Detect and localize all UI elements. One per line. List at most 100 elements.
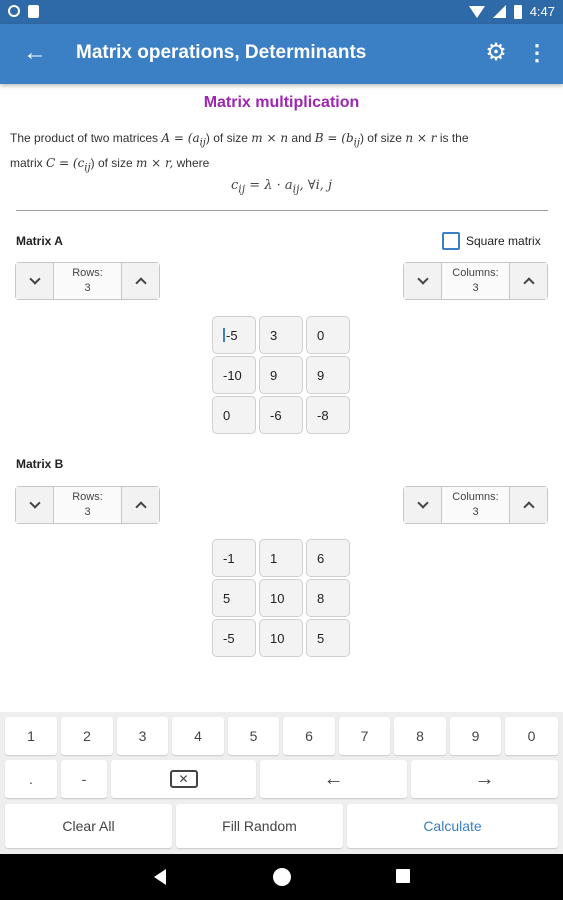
gear-icon[interactable]: ⚙ bbox=[484, 41, 508, 65]
key-minus[interactable]: - bbox=[61, 760, 107, 798]
chevron-down-icon bbox=[28, 273, 41, 285]
key-dot[interactable]: . bbox=[5, 760, 57, 798]
chevron-down-icon bbox=[416, 497, 429, 509]
cursor-left-key[interactable]: ← bbox=[260, 760, 407, 798]
desc-text: ) of size bbox=[359, 131, 402, 145]
key-3[interactable]: 3 bbox=[117, 717, 168, 755]
sd-card-icon bbox=[28, 5, 39, 18]
matrix-a-rows-stepper: Rows: 3 bbox=[15, 262, 160, 300]
matrix-b-cell[interactable]: -5 bbox=[212, 619, 256, 657]
desc-math: B = (b bbox=[314, 131, 354, 145]
columns-value-box: Columns: 3 bbox=[441, 487, 510, 523]
chevron-up-icon bbox=[522, 277, 535, 289]
matrix-b-cell[interactable]: 5 bbox=[306, 619, 350, 657]
app-bar: ← Matrix operations, Determinants ⚙ ⋮ bbox=[0, 24, 563, 84]
formula-text: = λ · a bbox=[245, 178, 293, 193]
rows-value-box: Rows: 3 bbox=[53, 263, 122, 299]
key-4[interactable]: 4 bbox=[172, 717, 224, 755]
desc-text: The product of two matrices bbox=[10, 131, 159, 145]
matrix-b-label: Matrix B bbox=[16, 457, 64, 471]
matrix-a-columns-stepper: Columns: 3 bbox=[403, 262, 548, 300]
cursor-right-key[interactable]: → bbox=[411, 760, 558, 798]
desc-text: ) of size bbox=[90, 156, 133, 171]
chevron-up-icon bbox=[522, 501, 535, 513]
columns-decrement-button[interactable] bbox=[404, 487, 441, 523]
desc-text: where bbox=[176, 156, 210, 171]
matrix-b-cell[interactable]: 6 bbox=[306, 539, 350, 577]
battery-icon bbox=[513, 4, 522, 19]
matrix-a-cell[interactable]: 0 bbox=[212, 396, 256, 434]
matrix-b-cell[interactable]: 1 bbox=[259, 539, 303, 577]
columns-increment-button[interactable] bbox=[510, 263, 547, 299]
desc-math: m × n bbox=[251, 131, 289, 145]
matrix-b-cell[interactable]: 10 bbox=[259, 579, 303, 617]
columns-increment-button[interactable] bbox=[510, 487, 547, 523]
square-matrix-checkbox[interactable]: Square matrix bbox=[442, 232, 541, 250]
desc-math: n × r bbox=[405, 131, 437, 145]
nav-recents-icon[interactable] bbox=[396, 869, 410, 883]
desc-math: m × r, bbox=[135, 156, 174, 171]
matrix-a-cell[interactable]: 9 bbox=[259, 356, 303, 394]
backspace-key[interactable]: ✕ bbox=[111, 760, 256, 798]
nav-back-icon[interactable] bbox=[154, 869, 166, 885]
key-6[interactable]: 6 bbox=[283, 717, 335, 755]
matrix-a-cell[interactable]: -6 bbox=[259, 396, 303, 434]
desc-math: C = (c bbox=[46, 156, 85, 171]
more-vert-icon[interactable]: ⋮ bbox=[526, 41, 548, 65]
matrix-a-cell[interactable]: 3 bbox=[259, 316, 303, 354]
matrix-b-cell[interactable]: 5 bbox=[212, 579, 256, 617]
key-9[interactable]: 9 bbox=[450, 717, 501, 755]
matrix-a-cell[interactable]: -10 bbox=[212, 356, 256, 394]
matrix-a-cell[interactable]: -5 bbox=[212, 316, 256, 354]
chevron-down-icon bbox=[28, 497, 41, 509]
rows-label: Rows: bbox=[72, 267, 103, 279]
rows-increment-button[interactable] bbox=[122, 487, 159, 523]
backspace-icon: ✕ bbox=[169, 770, 198, 788]
matrix-a-label: Matrix A bbox=[16, 234, 63, 248]
desc-text: matrix bbox=[10, 156, 43, 171]
divider bbox=[16, 210, 548, 211]
arrow-back-icon[interactable]: ← bbox=[22, 40, 48, 66]
rows-decrement-button[interactable] bbox=[16, 263, 53, 299]
clear-all-button[interactable]: Clear All bbox=[5, 804, 172, 848]
fill-random-button[interactable]: Fill Random bbox=[176, 804, 343, 848]
status-bar: 4:47 bbox=[0, 0, 563, 24]
columns-decrement-button[interactable] bbox=[404, 263, 441, 299]
columns-label: Columns: bbox=[452, 267, 499, 279]
desc-text: ) of size bbox=[205, 131, 248, 145]
rows-label: Rows: bbox=[72, 491, 103, 503]
matrix-b-cell[interactable]: -1 bbox=[212, 539, 256, 577]
nav-home-icon[interactable] bbox=[273, 868, 291, 886]
key-2[interactable]: 2 bbox=[61, 717, 113, 755]
matrix-b-cell[interactable]: 10 bbox=[259, 619, 303, 657]
matrix-a-cell[interactable]: -8 bbox=[306, 396, 350, 434]
columns-value: 3 bbox=[472, 506, 479, 518]
matrix-a-cell[interactable]: 9 bbox=[306, 356, 350, 394]
rows-value: 3 bbox=[84, 506, 91, 518]
matrix-b-grid: -1 1 6 5 10 8 -5 10 5 bbox=[212, 539, 350, 657]
columns-value: 3 bbox=[472, 282, 479, 294]
key-0[interactable]: 0 bbox=[505, 717, 558, 755]
notification-circle-icon bbox=[8, 5, 20, 17]
key-8[interactable]: 8 bbox=[394, 717, 446, 755]
columns-value-box: Columns: 3 bbox=[441, 263, 510, 299]
system-nav-bar bbox=[0, 854, 563, 900]
key-7[interactable]: 7 bbox=[339, 717, 390, 755]
matrix-b-rows-stepper: Rows: 3 bbox=[15, 486, 160, 524]
key-1[interactable]: 1 bbox=[5, 717, 57, 755]
text-cursor bbox=[223, 328, 225, 342]
numeric-keyboard: 1 2 3 4 5 6 7 8 9 0 . - ✕ ← → Clear All … bbox=[0, 712, 563, 854]
formula-text: , ∀i, j bbox=[299, 178, 333, 193]
checkbox-box[interactable] bbox=[442, 232, 460, 250]
calculate-button[interactable]: Calculate bbox=[347, 804, 558, 848]
matrix-a-grid: -5 3 0 -10 9 9 0 -6 -8 bbox=[212, 316, 350, 434]
key-5[interactable]: 5 bbox=[228, 717, 279, 755]
status-time: 4:47 bbox=[529, 4, 555, 19]
page-title: Matrix operations, Determinants bbox=[76, 42, 367, 63]
matrix-a-cell[interactable]: 0 bbox=[306, 316, 350, 354]
rows-decrement-button[interactable] bbox=[16, 487, 53, 523]
rows-increment-button[interactable] bbox=[122, 263, 159, 299]
description: The product of two matrices A = (aij) of… bbox=[10, 128, 555, 179]
formula: cij = λ · aij, ∀i, j bbox=[0, 178, 563, 196]
matrix-b-cell[interactable]: 8 bbox=[306, 579, 350, 617]
